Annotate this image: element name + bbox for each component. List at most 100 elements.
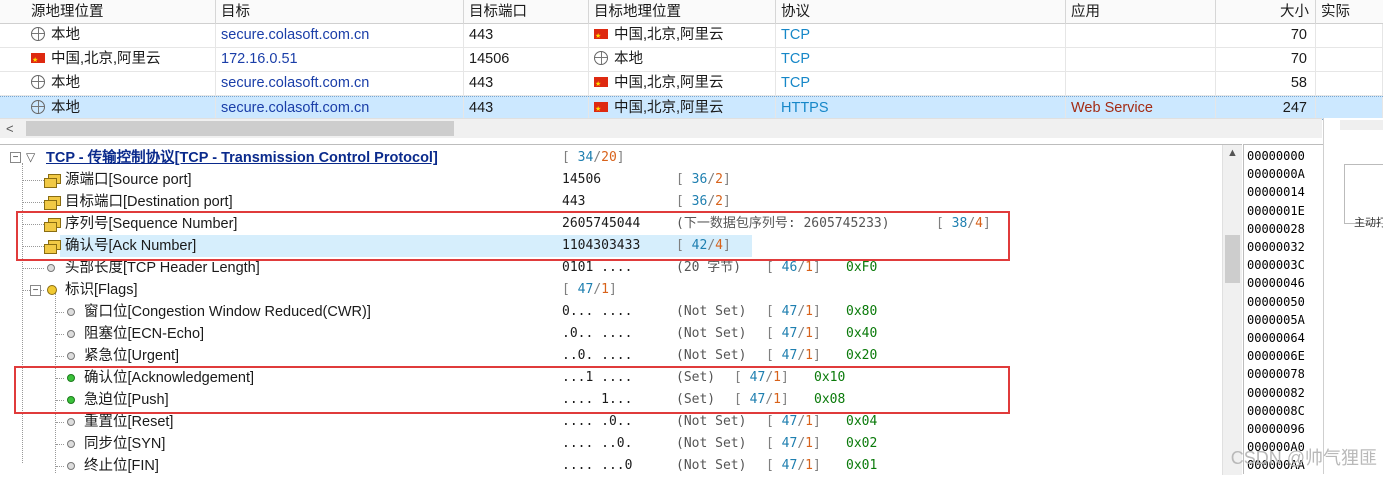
field-label: 阻塞位[ECN-Echo]	[84, 323, 204, 345]
hex-offset: 0000005A	[1247, 311, 1305, 329]
tree-node-src-port[interactable]: 源端口[Source port]14506[ 36/2]	[0, 169, 1222, 191]
column-header-application[interactable]: 应用	[1066, 0, 1216, 24]
field-label: 紧急位[Urgent]	[84, 345, 179, 367]
cell-text: 本地	[51, 27, 80, 43]
tree-node-dst-port[interactable]: 目标端口[Destination port]443[ 36/2]	[0, 191, 1222, 213]
hex-offset: 00000000	[1247, 147, 1305, 165]
table-row[interactable]: 中国,北京,阿里云172.16.0.5114506本地TCP70	[0, 48, 1383, 72]
field-value: 443	[562, 191, 585, 213]
tree-node-urg[interactable]: 紧急位[Urgent]..0. ....(Not Set)[ 47/1]0x20	[0, 345, 1222, 367]
china-flag-icon	[594, 77, 608, 87]
cell-text: TCP	[781, 75, 810, 91]
column-header-source-geo[interactable]: 源地理位置	[26, 0, 216, 24]
table-cell-dgeo: 本地	[589, 48, 776, 72]
cell-text: 本地	[51, 100, 80, 116]
offset-length: 1	[805, 414, 813, 429]
offset-length: 1	[805, 326, 813, 341]
offset-start: 34	[578, 150, 594, 165]
tree-guide-line	[56, 334, 64, 335]
bit-field-icon	[67, 352, 75, 360]
offset-badge: [ 34/20]	[562, 147, 625, 169]
table-cell-app	[1066, 24, 1216, 48]
bit-field-icon	[67, 330, 75, 338]
hex-offset: 0000003C	[1247, 256, 1305, 274]
cell-text: TCP	[781, 51, 810, 67]
cell-text: 70	[1291, 51, 1307, 67]
offset-length: 1	[805, 260, 813, 275]
table-cell-port: 443	[464, 72, 589, 96]
hex-offset: 00000096	[1247, 420, 1305, 438]
scroll-left-arrow-icon[interactable]: <	[6, 119, 14, 138]
table-cell-src: 本地	[26, 72, 216, 96]
tree-node-syn[interactable]: 同步位[SYN].... ..0.(Not Set)[ 47/1]0x02	[0, 433, 1222, 455]
tree-guide-line	[56, 466, 64, 467]
table-cell-src: 中国,北京,阿里云	[26, 48, 216, 72]
hex-offset: 00000082	[1247, 384, 1305, 402]
decode-tree: −▽TCP - 传输控制协议[TCP - Transmission Contro…	[0, 144, 1242, 474]
table-cell-actual	[1316, 72, 1383, 96]
globe-icon	[31, 75, 45, 89]
column-header-size[interactable]: 大小	[1216, 0, 1316, 24]
cell-text: 172.16.0.51	[221, 51, 298, 67]
table-cell-dst: 172.16.0.51	[216, 48, 464, 72]
scroll-up-arrow-icon[interactable]: ▲	[1227, 147, 1238, 159]
cell-text: 443	[469, 100, 493, 116]
field-label: 源端口[Source port]	[65, 169, 192, 191]
tree-node-rst[interactable]: 重置位[Reset].... .0..(Not Set)[ 47/1]0x04	[0, 411, 1222, 433]
bit-field-icon	[67, 308, 75, 316]
table-cell-proto: TCP	[776, 72, 1066, 96]
cell-text: 58	[1291, 75, 1307, 91]
field-label: 重置位[Reset]	[84, 411, 173, 433]
column-header-actual[interactable]: 实际	[1316, 0, 1383, 24]
offset-start: 36	[692, 172, 708, 187]
collapse-toggle-icon[interactable]: −	[30, 285, 41, 296]
globe-icon	[31, 27, 45, 41]
collapse-toggle-icon[interactable]: −	[10, 152, 21, 163]
table-cell-app	[1066, 48, 1216, 72]
scrollbar-thumb[interactable]	[26, 121, 454, 136]
table-cell-proto: TCP	[776, 48, 1066, 72]
table-row[interactable]: 本地secure.colasoft.com.cn443中国,北京,阿里云TCP7…	[0, 24, 1383, 48]
column-header-protocol[interactable]: 协议	[776, 0, 1066, 24]
table-cell-proto: TCP	[776, 24, 1066, 48]
field-icon	[44, 174, 60, 186]
offset-badge: [ 47/1]	[766, 433, 821, 455]
column-header-destination[interactable]: 目标	[216, 0, 464, 24]
tree-node-cwr[interactable]: 窗口位[Congestion Window Reduced(CWR)]0... …	[0, 301, 1222, 323]
hex-offset: 00000078	[1247, 365, 1305, 383]
table-cell-src: 本地	[26, 24, 216, 48]
scrollbar-thumb[interactable]	[1225, 235, 1240, 283]
field-label: 同步位[SYN]	[84, 433, 165, 455]
tree-guide-line	[23, 268, 44, 269]
table-cell-app	[1066, 72, 1216, 96]
table-cell-port: 443	[464, 24, 589, 48]
table-row[interactable]: 本地secure.colasoft.com.cn443中国,北京,阿里云TCP5…	[0, 72, 1383, 96]
field-note: (Not Set)	[676, 411, 746, 433]
tree-node-tcp[interactable]: −▽TCP - 传输控制协议[TCP - Transmission Contro…	[0, 147, 1222, 169]
offset-length: 2	[715, 194, 723, 209]
tree-guide-line	[56, 312, 64, 313]
column-header-destination-geo[interactable]: 目标地理位置	[589, 0, 776, 24]
tree-guide-line	[23, 202, 44, 203]
globe-icon	[31, 100, 45, 114]
offset-length: 1	[805, 436, 813, 451]
china-flag-icon	[594, 29, 608, 39]
column-header-destination-port[interactable]: 目标端口	[464, 0, 589, 24]
cell-text: 443	[469, 75, 493, 91]
tree-node-flags[interactable]: −标识[Flags][ 47/1]	[0, 279, 1222, 301]
horizontal-scrollbar[interactable]: <	[0, 118, 1322, 138]
field-note: (Not Set)	[676, 323, 746, 345]
field-hex-mask: 0x02	[846, 433, 877, 455]
vertical-scrollbar[interactable]: ▲	[1222, 145, 1242, 475]
table-cell-size: 70	[1216, 48, 1316, 72]
offset-start: 47	[782, 414, 798, 429]
tree-node-ece[interactable]: 阻塞位[ECN-Echo].0.. ....(Not Set)[ 47/1]0x…	[0, 323, 1222, 345]
field-value: .... ..0.	[562, 433, 632, 455]
tree-node-tcp-label: TCP - 传输控制协议[TCP - Transmission Control …	[46, 147, 438, 169]
hex-offset: 00000032	[1247, 238, 1305, 256]
bit-field-icon	[67, 440, 75, 448]
hex-offset: 00000028	[1247, 220, 1305, 238]
cell-text: 中国,北京,阿里云	[614, 75, 724, 91]
hex-offset-panel: 000000000000000A000000140000001E00000028…	[1243, 144, 1323, 474]
table-row[interactable]: 本地secure.colasoft.com.cn443中国,北京,阿里云HTTP…	[0, 96, 1383, 120]
